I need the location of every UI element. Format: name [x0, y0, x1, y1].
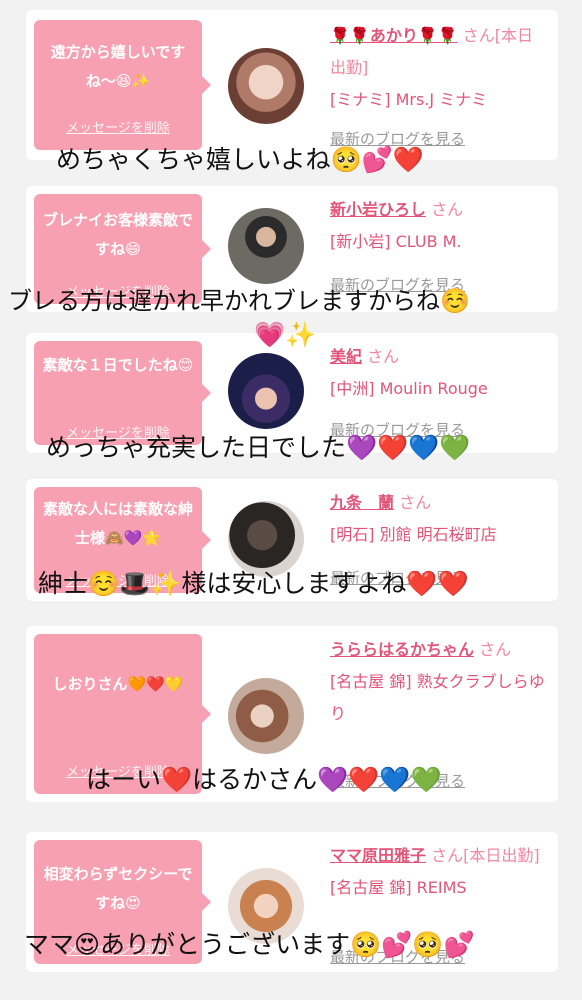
message-bubble: 素敵な１日でしたね😊 メッセージを削除	[34, 341, 211, 445]
honorific: さん	[362, 347, 400, 366]
profile-info: 新小岩ひろし さん [新小岩] CLUB M.	[330, 194, 546, 258]
message-text: しおりさん🧡❤️💛	[52, 675, 184, 693]
avatar[interactable]	[228, 48, 304, 124]
overlay-caption: めっちゃ充実した日でした💜❤️💙💚	[46, 433, 471, 462]
profile-info: ママ原田雅子 さん[本日出勤] [名古屋 錦] REIMS	[330, 840, 546, 904]
overlay-caption: 紳士☺️🎩✨様は安心しますよね❤️❤️	[38, 569, 469, 598]
avatar[interactable]	[228, 678, 304, 754]
message-text: 素敵な人には素敵な紳士様🙈💜🌟	[42, 500, 193, 547]
honorific: さん	[474, 640, 512, 659]
honorific: さん[本日出勤]	[426, 846, 540, 865]
overlay-caption: ブレる方は遅かれ早かれブレますからね☺️	[8, 287, 470, 315]
shop-label: [新小岩] CLUB M.	[330, 232, 462, 251]
avatar[interactable]	[228, 501, 304, 577]
shop-label: [明石] 別館 明石桜町店	[330, 525, 497, 544]
shop-label: [名古屋 錦] REIMS	[330, 878, 467, 897]
profile-name-link[interactable]: 新小岩ひろし	[330, 200, 426, 219]
message-bubble: 遠方から嬉しいですね〜😆✨ メッセージを削除	[34, 20, 211, 150]
profile-info: 🌹🌹あかり🌹🌹 さん[本日出勤] [ミナミ] Mrs.J ミナミ	[330, 20, 546, 116]
message-text: 遠方から嬉しいですね〜😆✨	[50, 43, 186, 90]
overlay-caption: ママ😍ありがとうございます🥺💕🥺💕	[24, 930, 475, 959]
overlay-caption: 💗✨	[254, 320, 317, 349]
avatar[interactable]	[228, 208, 304, 284]
shop-label: [名古屋 錦] 熟女クラブしらゆり	[330, 672, 545, 723]
honorific: さん	[426, 200, 464, 219]
message-text: ブレナイお客様素敵ですね😄	[42, 211, 193, 258]
profile-info: 美紀 さん [中洲] Moulin Rouge	[330, 341, 546, 405]
message-text: 素敵な１日でしたね😊	[42, 356, 194, 374]
profile-info: うららはるかちゃん さん [名古屋 錦] 熟女クラブしらゆり	[330, 634, 546, 730]
profile-name-link[interactable]: 九条 蘭	[330, 493, 394, 512]
overlay-caption: はーい❤️はるかさん💜❤️💙💚	[86, 765, 442, 794]
honorific: さん	[394, 493, 432, 512]
profile-name-link[interactable]: うららはるかちゃん	[330, 640, 474, 659]
profile-name-link[interactable]: 美紀	[330, 347, 362, 366]
profile-name-link[interactable]: 🌹🌹あかり🌹🌹	[330, 26, 458, 45]
message-text: 相変わらずセクシーですね😍	[43, 865, 193, 912]
profile-name-link[interactable]: ママ原田雅子	[330, 846, 426, 865]
shop-label: [中洲] Moulin Rouge	[330, 379, 488, 398]
shop-label: [ミナミ] Mrs.J ミナミ	[330, 90, 488, 109]
profile-info: 九条 蘭 さん [明石] 別館 明石桜町店	[330, 487, 546, 551]
avatar[interactable]	[228, 353, 304, 429]
comment-card: 遠方から嬉しいですね〜😆✨ メッセージを削除 🌹🌹あかり🌹🌹 さん[本日出勤] …	[26, 10, 558, 160]
delete-message-link[interactable]: メッセージを削除	[34, 117, 202, 136]
overlay-caption: めちゃくちゃ嬉しいよね🥺💕❤️	[56, 145, 424, 174]
